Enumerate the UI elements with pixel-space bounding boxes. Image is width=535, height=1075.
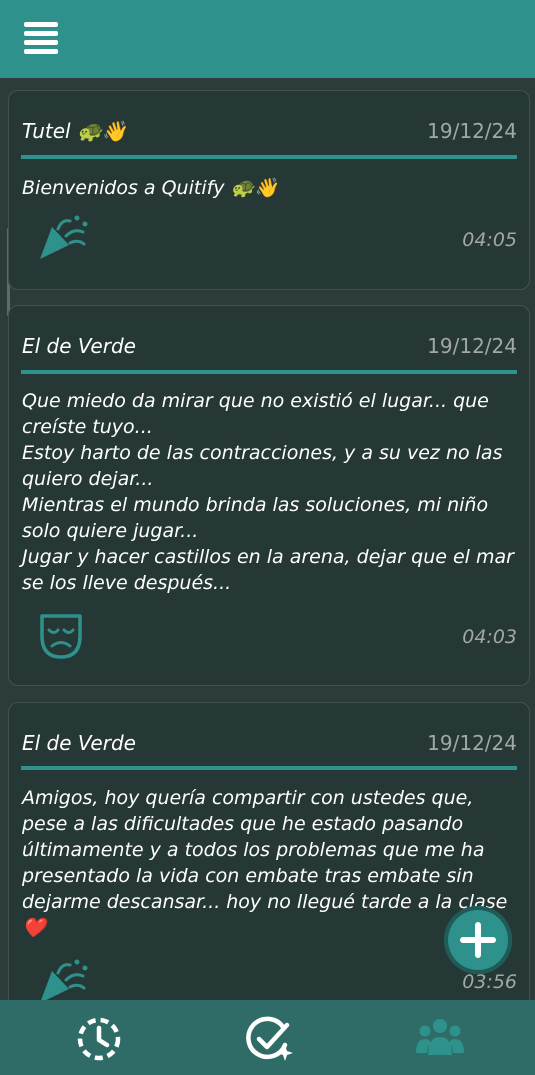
post-card: Tutel 🐢👋 19/12/24 Bienvenidos a Quitify … — [8, 90, 530, 290]
new-post-button[interactable] — [444, 906, 512, 974]
history-clock-icon — [77, 1017, 121, 1061]
plus-icon — [460, 922, 496, 958]
post-date: 19/12/24 — [427, 119, 517, 143]
post-body: Que miedo da mirar que no existió el lug… — [22, 390, 514, 594]
post-author[interactable]: Tutel 🐢👋 — [22, 119, 127, 143]
sad-mask-icon[interactable] — [39, 612, 83, 660]
post-time: 04:05 — [462, 229, 517, 251]
post-date: 19/12/24 — [427, 731, 517, 755]
bottom-navigation — [0, 1000, 535, 1075]
nav-history[interactable] — [75, 1015, 123, 1063]
top-app-bar — [0, 0, 535, 78]
community-group-icon — [416, 1019, 464, 1055]
nav-goals[interactable] — [245, 1015, 293, 1063]
divider — [21, 155, 517, 159]
party-popper-icon[interactable] — [39, 213, 89, 261]
post-card: El de Verde 19/12/24 Que miedo da mirar … — [8, 305, 530, 686]
check-sparkle-icon — [246, 1016, 293, 1061]
post-date: 19/12/24 — [427, 334, 517, 358]
post-feed[interactable]: Tutel 🐢👋 19/12/24 Bienvenidos a Quitify … — [0, 78, 535, 1000]
post-time: 04:03 — [462, 626, 517, 648]
post-author[interactable]: El de Verde — [22, 731, 136, 755]
post-author[interactable]: El de Verde — [22, 334, 136, 358]
post-body: Bienvenidos a Quitify 🐢👋 — [22, 177, 278, 199]
post-body: Amigos, hoy quería compartir con ustedes… — [22, 787, 508, 939]
post-time: 03:56 — [462, 971, 517, 993]
party-popper-icon[interactable] — [39, 957, 89, 1000]
hamburger-menu-icon[interactable] — [24, 22, 58, 54]
divider — [21, 370, 517, 374]
nav-community[interactable] — [415, 1015, 464, 1063]
divider — [21, 766, 517, 770]
